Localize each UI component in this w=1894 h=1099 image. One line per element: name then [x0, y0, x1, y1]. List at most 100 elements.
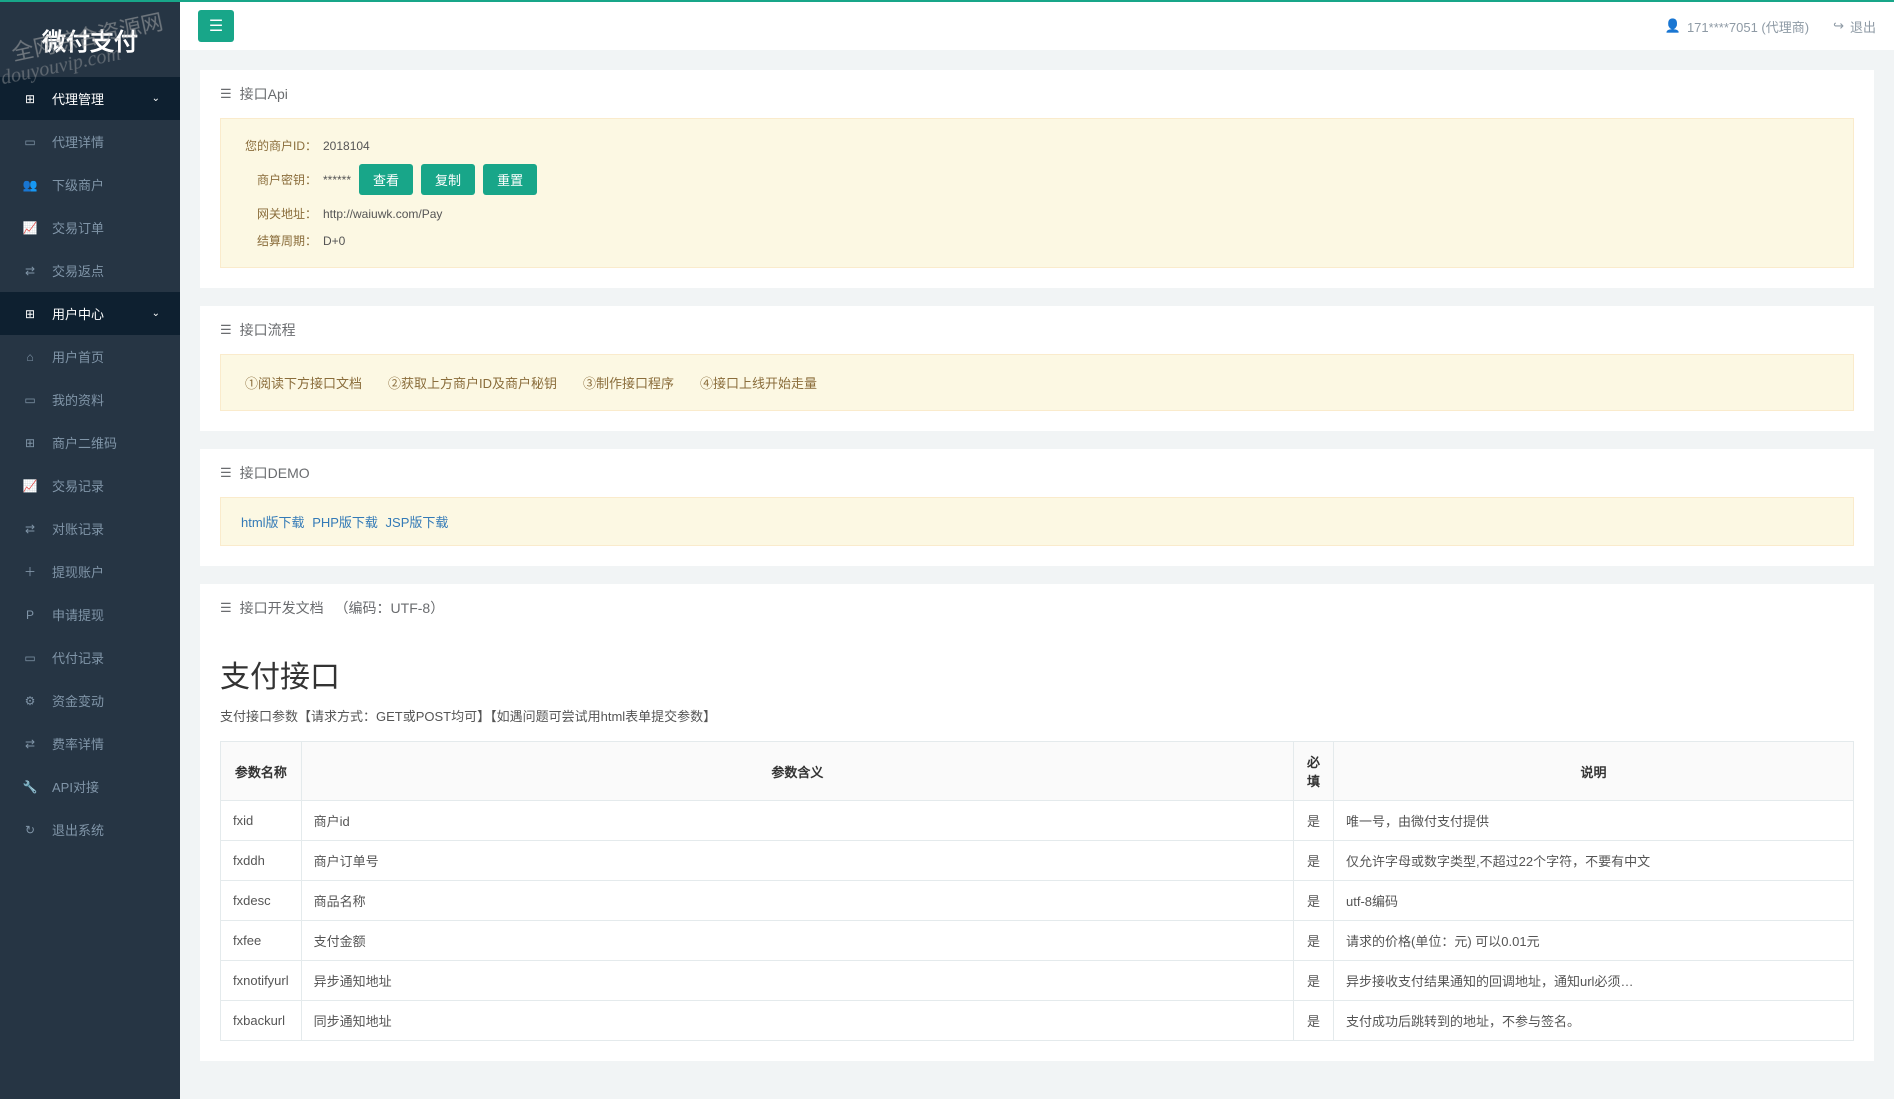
cell-desc: 仅允许字母或数字类型,不超过22个字符，不要有中文: [1334, 841, 1854, 881]
nav-label: 资金变动: [52, 691, 104, 710]
user-icon: 👤: [1665, 18, 1681, 34]
nav-label: 用户中心: [52, 304, 104, 323]
panel-title: 接口开发文档 （编码：UTF-8）: [240, 598, 445, 618]
nav-label: 申请提现: [52, 605, 104, 624]
nav-icon: ⇄: [20, 737, 40, 751]
nav-icon: ↻: [20, 823, 40, 837]
copy-button[interactable]: 复制: [421, 164, 475, 195]
table-row: fxbackurl同步通知地址是支付成功后跳转到的地址，不参与签名。: [221, 1001, 1854, 1041]
sidebar-item[interactable]: 📈交易订单: [0, 206, 180, 249]
nav-icon: ▭: [20, 135, 40, 149]
table-row: fxfee支付金额是请求的价格(单位：元) 可以0.01元: [221, 921, 1854, 961]
doc-subtitle: 支付接口参数【请求方式：GET或POST均可】【如遇问题可尝试用html表单提交…: [220, 706, 1854, 725]
logout-icon: ↪: [1833, 18, 1844, 34]
cell-meaning: 商户订单号: [301, 841, 1293, 881]
panel-flow: ☰ 接口流程 ①阅读下方接口文档 ②获取上方商户ID及商户秘钥 ③制作接口程序 …: [200, 306, 1874, 431]
nav-label: 交易返点: [52, 261, 104, 280]
chevron-down-icon: ⌄: [152, 93, 160, 104]
view-button[interactable]: 查看: [359, 164, 413, 195]
user-name: 171****7051 (代理商): [1687, 17, 1809, 36]
cell-meaning: 异步通知地址: [301, 961, 1293, 1001]
th-meaning: 参数含义: [301, 742, 1293, 801]
sidebar-item[interactable]: ↻ 退出系统: [0, 808, 180, 851]
demo-link-html[interactable]: html版下载: [241, 515, 305, 530]
demo-link-jsp[interactable]: JSP版下载: [386, 515, 449, 530]
panel-demo: ☰ 接口DEMO html版下载 PHP版下载 JSP版下载: [200, 449, 1874, 566]
demo-links-box: html版下载 PHP版下载 JSP版下载: [220, 497, 1854, 546]
demo-link-php[interactable]: PHP版下载: [312, 515, 378, 530]
sidebar-item[interactable]: P 申请提现: [0, 593, 180, 636]
api-info-box: 您的商户ID： 2018104 商户密钥： ****** 查看 复制 重置 网关…: [220, 118, 1854, 268]
list-icon: ☰: [220, 322, 232, 338]
gateway-label: 网关地址：: [245, 205, 317, 222]
table-row: fxddh商户订单号是仅允许字母或数字类型,不超过22个字符，不要有中文: [221, 841, 1854, 881]
nav-label: 提现账户: [52, 562, 104, 581]
merchant-id-value: 2018104: [323, 139, 370, 153]
sidebar-item[interactable]: ⇄ 交易返点: [0, 249, 180, 292]
sidebar-item[interactable]: 📈 交易记录: [0, 464, 180, 507]
sidebar-item[interactable]: ▭我的资料: [0, 378, 180, 421]
sidebar-item[interactable]: ▭代理详情: [0, 120, 180, 163]
chevron-down-icon: ⌄: [152, 308, 160, 319]
nav-icon: 📈: [20, 221, 40, 235]
cell-required: 是: [1294, 801, 1334, 841]
nav-agent-management[interactable]: ⊞ 代理管理 ⌄: [0, 77, 180, 120]
cell-desc: 支付成功后跳转到的地址，不参与签名。: [1334, 1001, 1854, 1041]
nav-label: 代理管理: [52, 89, 104, 108]
panel-title: 接口流程: [240, 320, 296, 340]
secret-label: 商户密钥：: [245, 171, 317, 188]
reset-button[interactable]: 重置: [483, 164, 537, 195]
windows-icon: ⊞: [20, 92, 40, 106]
secret-value: ******: [323, 173, 351, 187]
nav-icon: ⇄: [20, 264, 40, 278]
doc-heading: 支付接口: [220, 652, 1854, 696]
sidebar-item[interactable]: ⇄ 费率详情: [0, 722, 180, 765]
th-name: 参数名称: [221, 742, 302, 801]
sidebar-item[interactable]: ＋提现账户: [0, 550, 180, 593]
sidebar-item[interactable]: 🔧API对接: [0, 765, 180, 808]
brand-logo: 微付支付: [0, 2, 180, 77]
sidebar-item[interactable]: 👥下级商户: [0, 163, 180, 206]
nav-icon: ⇄: [20, 522, 40, 536]
nav-label: 退出系统: [52, 820, 104, 839]
sidebar-item[interactable]: ⚙资金变动: [0, 679, 180, 722]
list-icon: ☰: [220, 600, 232, 616]
windows-icon: ⊞: [20, 307, 40, 321]
nav-label: 我的资料: [52, 390, 104, 409]
list-icon: ☰: [220, 465, 232, 481]
nav-user-center[interactable]: ⊞ 用户中心 ⌄: [0, 292, 180, 335]
sidebar-item[interactable]: ⊞商户二维码: [0, 421, 180, 464]
th-desc: 说明: [1334, 742, 1854, 801]
cell-name: fxdesc: [221, 881, 302, 921]
th-required: 必填: [1294, 742, 1334, 801]
cell-name: fxid: [221, 801, 302, 841]
menu-toggle-button[interactable]: ☰: [198, 10, 234, 42]
cell-desc: 请求的价格(单位：元) 可以0.01元: [1334, 921, 1854, 961]
sidebar-item[interactable]: ⌂用户首页: [0, 335, 180, 378]
user-profile-link[interactable]: 👤 171****7051 (代理商): [1665, 17, 1809, 36]
nav-label: 交易记录: [52, 476, 104, 495]
logout-link[interactable]: ↪ 退出: [1833, 17, 1876, 36]
panel-title: 接口DEMO: [240, 463, 310, 483]
nav-label: API对接: [52, 777, 99, 796]
cell-meaning: 商户id: [301, 801, 1293, 841]
nav-label: 代付记录: [52, 648, 104, 667]
cell-desc: 唯一号，由微付支付提供: [1334, 801, 1854, 841]
table-row: fxnotifyurl异步通知地址是异步接收支付结果通知的回调地址，通知url必…: [221, 961, 1854, 1001]
nav-icon: ▭: [20, 651, 40, 665]
sidebar-item[interactable]: ⇄对账记录: [0, 507, 180, 550]
nav-label: 商户二维码: [52, 433, 117, 452]
nav-label: 用户首页: [52, 347, 104, 366]
cell-name: fxddh: [221, 841, 302, 881]
settle-label: 结算周期：: [245, 232, 317, 249]
cell-required: 是: [1294, 881, 1334, 921]
nav-label: 费率详情: [52, 734, 104, 753]
nav-icon: P: [20, 608, 40, 622]
cell-required: 是: [1294, 1001, 1334, 1041]
flow-steps: ①阅读下方接口文档 ②获取上方商户ID及商户秘钥 ③制作接口程序 ④接口上线开始…: [220, 354, 1854, 411]
logout-label: 退出: [1850, 17, 1876, 36]
cell-desc: utf-8编码: [1334, 881, 1854, 921]
topbar: ☰ 👤 171****7051 (代理商) ↪ 退出: [180, 2, 1894, 50]
nav-icon: 📈: [20, 479, 40, 493]
sidebar-item[interactable]: ▭ 代付记录: [0, 636, 180, 679]
